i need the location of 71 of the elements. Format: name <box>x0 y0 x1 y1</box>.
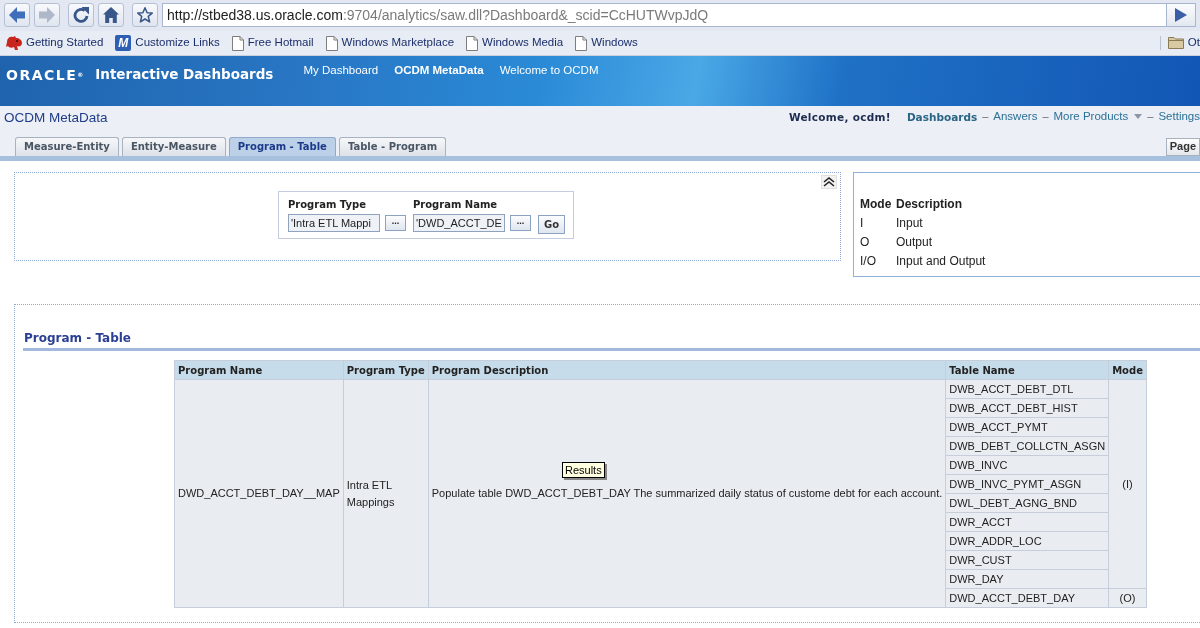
address-field[interactable]: http://stbed38.us.oracle.com:9704/analytics/saw.dll?Dashboard&_scid=CcHUTWvpJdQ <box>162 3 1167 27</box>
legend-cell-text: Output <box>896 234 934 252</box>
header-link[interactable]: Settings <box>1158 110 1200 124</box>
column-header: Mode <box>1108 360 1147 380</box>
field-label: Program Type <box>287 199 367 211</box>
nav-link[interactable]: OCDM MetaData <box>394 64 484 78</box>
page-title: OCDM MetaData <box>4 110 108 127</box>
field-label: Program Name <box>412 199 499 211</box>
go-button[interactable]: Go <box>537 215 566 234</box>
bookmark-button[interactable] <box>132 3 158 27</box>
browse-button[interactable]: ... <box>384 215 406 231</box>
letter-logo: M <box>115 35 132 51</box>
section-title: Program - Table <box>23 331 131 345</box>
link-separator: – <box>982 110 989 124</box>
tooltip: Results <box>562 462 605 478</box>
legend-header: Description <box>896 196 963 214</box>
legend-cell-text: I/O <box>860 253 877 271</box>
header-link[interactable]: Answers <box>993 110 1038 124</box>
bookmark-link[interactable]: Windows Marketplace <box>325 35 455 51</box>
bookmark-link[interactable]: Getting Started <box>6 36 104 50</box>
welcome-text: Welcome, ocdm! <box>788 110 891 124</box>
play-triangle-icon <box>1175 8 1187 22</box>
column-header: Program Description <box>428 360 946 380</box>
legend-cell-text: Input and Output <box>896 253 987 271</box>
bookmark-link[interactable]: Windows <box>575 35 638 51</box>
page-icon <box>231 35 244 51</box>
brand-logo: ORACLE$^{®}$ <box>6 67 84 84</box>
column-header: Table Name <box>945 360 1109 380</box>
legend-cell-text: I <box>860 215 865 233</box>
legend-cell: O <box>860 233 896 252</box>
folder-icon <box>1167 36 1184 50</box>
reload-icon <box>73 7 89 23</box>
forward-arrow-icon <box>39 7 55 23</box>
nav-link[interactable]: My Dashboard <box>303 64 379 78</box>
collapse-chevrons-icon[interactable] <box>821 175 837 189</box>
page-icon <box>325 35 338 51</box>
tab[interactable]: Entity-Measure <box>121 137 226 156</box>
table-cell: Intra ETL Mappings <box>343 379 429 608</box>
legend-cell-text: Input <box>896 215 924 233</box>
product-title: Interactive Dashboards <box>95 66 274 83</box>
bookmark-link[interactable]: Windows Media <box>466 35 564 51</box>
header-link[interactable]: Dashboards <box>906 110 978 124</box>
link-separator: – <box>1042 110 1049 124</box>
link-separator: – <box>1147 110 1154 124</box>
browse-button[interactable]: ... <box>509 215 531 231</box>
home-icon <box>103 7 119 23</box>
legend-header: Mode <box>860 195 896 214</box>
back-button[interactable] <box>4 3 30 27</box>
home-button[interactable] <box>98 3 124 27</box>
page-button[interactable]: Page <box>1165 138 1200 156</box>
go-button[interactable] <box>1166 3 1196 27</box>
bookmark-folder-link[interactable]: Ot <box>1159 36 1200 50</box>
page-icon <box>575 35 588 51</box>
table-cell: (I) <box>1108 379 1147 589</box>
animal-head-icon <box>6 36 22 50</box>
header-link[interactable]: More Products <box>1053 110 1129 124</box>
tab[interactable]: Program - Table <box>228 137 336 156</box>
back-arrow-icon <box>9 7 25 23</box>
tab[interactable]: Table - Program <box>338 137 447 156</box>
page-icon <box>466 35 479 51</box>
column-header: Program Name <box>174 360 344 380</box>
column-header: Program Type <box>343 360 429 380</box>
prompt-input[interactable]: 'Intra ETL Mappi <box>287 214 380 232</box>
tab[interactable]: Measure-Entity <box>15 137 119 156</box>
table-cell: DWD_ACCT_DEBT_DAY__MAP <box>174 379 344 608</box>
bookmark-link[interactable]: M Customize Links <box>115 35 220 51</box>
prompt-input[interactable]: 'DWD_ACCT_DE <box>412 214 505 232</box>
nav-link[interactable]: Welcome to OCDM <box>499 64 599 78</box>
reload-button[interactable] <box>68 3 94 27</box>
bookmark-link[interactable]: Free Hotmail <box>231 35 314 51</box>
star-icon <box>137 7 153 23</box>
